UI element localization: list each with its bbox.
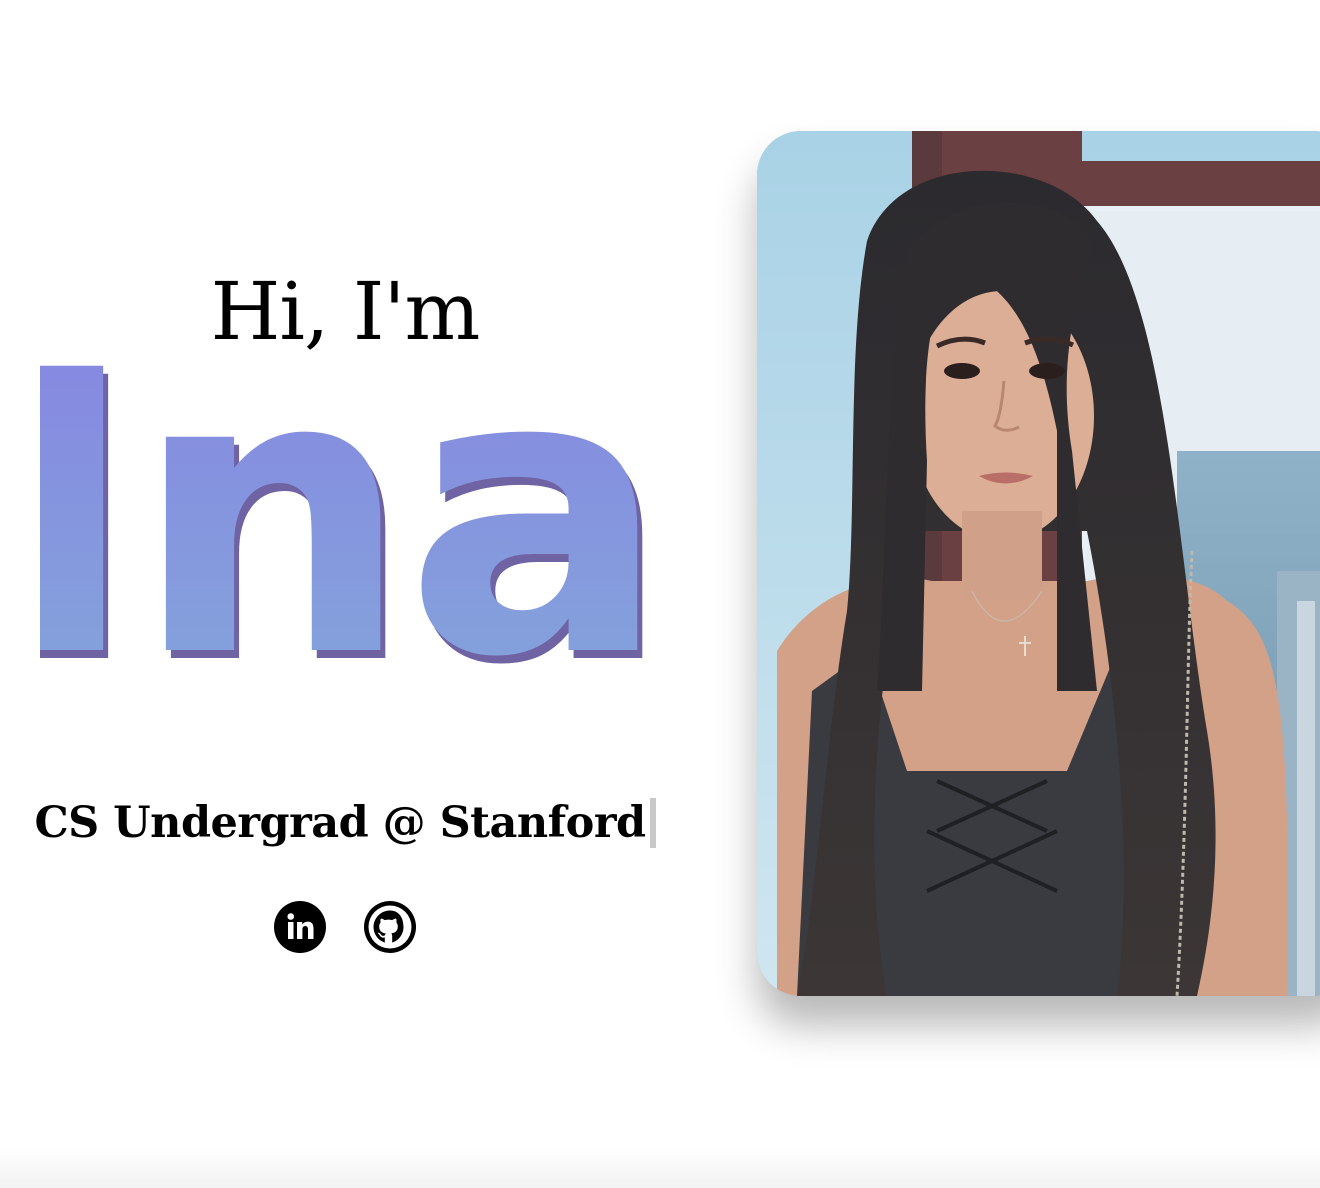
linkedin-icon bbox=[274, 901, 326, 953]
social-links bbox=[0, 900, 690, 954]
name-text: Ina bbox=[40, 360, 660, 680]
greeting-text: Hi, I'm bbox=[210, 265, 481, 358]
github-link[interactable] bbox=[363, 900, 417, 954]
profile-photo bbox=[757, 131, 1320, 996]
bottom-fade bbox=[0, 1148, 1320, 1188]
profile-photo-illustration bbox=[757, 131, 1320, 996]
linkedin-link[interactable] bbox=[273, 900, 327, 954]
portfolio-hero-page: Hi, I'm Ina Ina CS Undergrad @ Stanford bbox=[0, 0, 1320, 1188]
tagline-row: CS Undergrad @ Stanford bbox=[0, 798, 690, 848]
hero-intro: Hi, I'm Ina Ina CS Undergrad @ Stanford bbox=[0, 0, 690, 1188]
name-heading: Ina Ina bbox=[40, 360, 660, 680]
github-icon bbox=[364, 901, 416, 953]
typing-cursor bbox=[649, 798, 656, 848]
tagline-text: CS Undergrad @ Stanford bbox=[34, 798, 646, 848]
